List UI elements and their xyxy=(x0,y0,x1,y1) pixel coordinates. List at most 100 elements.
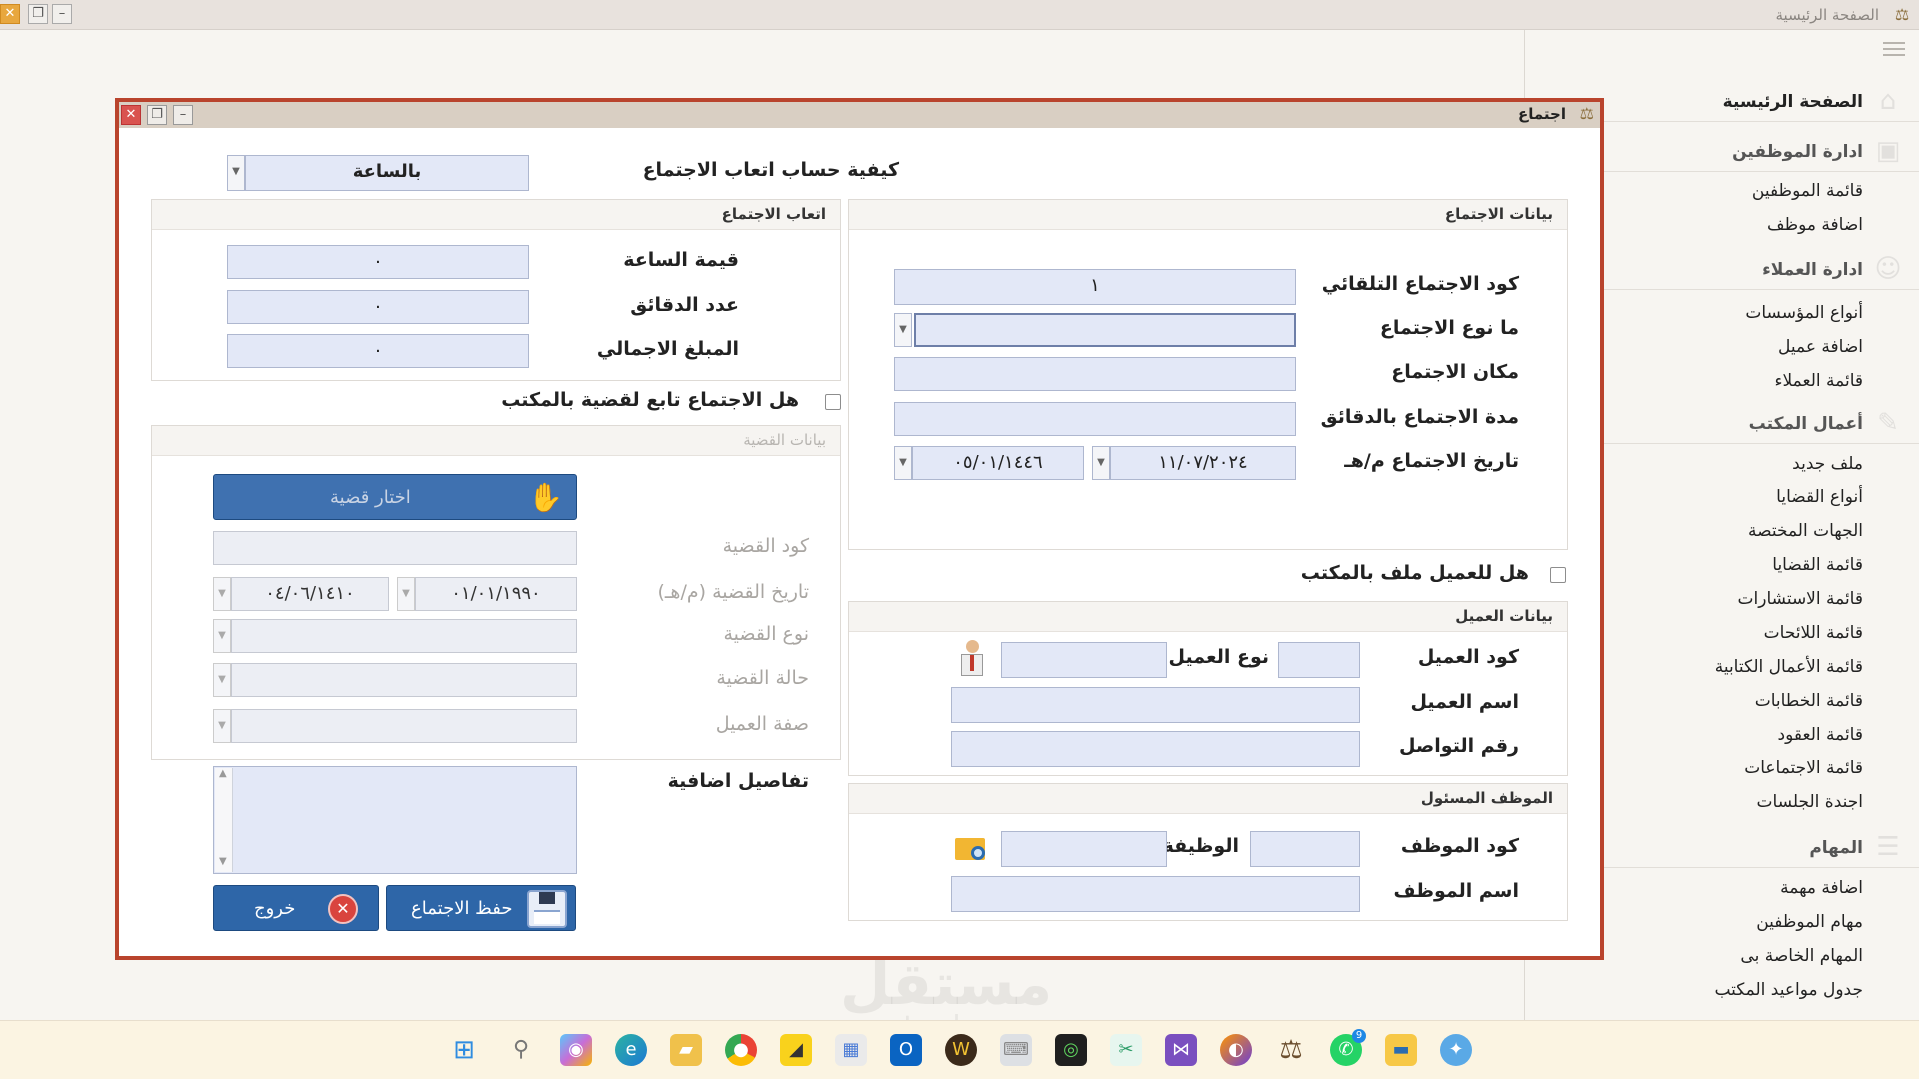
keyboard-icon[interactable]: ⌨ xyxy=(1000,1034,1032,1066)
minutes-count-field[interactable]: ٠ xyxy=(227,290,529,324)
windows-start-icon[interactable]: ⊞ xyxy=(448,1034,480,1066)
sidebar-item-client-list[interactable]: قائمة العملاء xyxy=(1775,371,1863,391)
sidebar-item-employee-list[interactable]: قائمة الموظفين xyxy=(1752,181,1863,201)
client-type-field[interactable] xyxy=(1001,642,1167,678)
employee-code-field[interactable] xyxy=(1250,831,1360,867)
meeting-date-gregorian-dropdown-icon[interactable]: ▼ xyxy=(1092,446,1110,480)
meeting-type-select[interactable] xyxy=(914,313,1296,347)
meeting-type-dropdown-icon[interactable]: ▼ xyxy=(894,313,912,347)
hour-value-field[interactable]: ٠ xyxy=(227,245,529,279)
sidebar-item-sessions-agenda[interactable]: اجندة الجلسات xyxy=(1757,792,1863,812)
scroll-up-icon[interactable]: ▲ xyxy=(219,768,227,779)
client-person-icon[interactable] xyxy=(955,640,989,680)
sticky-notes-icon[interactable]: ◢ xyxy=(780,1034,812,1066)
sidebar-item-contracts[interactable]: قائمة العقود xyxy=(1778,725,1863,745)
meeting-data-group-title: بيانات الاجتماع xyxy=(1444,205,1553,223)
sidebar-item-regulations[interactable]: قائمة اللائحات xyxy=(1764,623,1863,643)
window-title: الصفحة الرئيسية xyxy=(1775,6,1880,24)
sidebar-item-case-types[interactable]: أنواع القضايا xyxy=(1776,487,1863,507)
sidebar-item-new-file[interactable]: ملف جديد xyxy=(1792,454,1863,474)
close-circle-icon: ✕ xyxy=(328,894,358,924)
sidebar-item-my-tasks[interactable]: المهام الخاصة بى xyxy=(1740,946,1863,966)
edge-icon[interactable]: e xyxy=(615,1034,647,1066)
dialog-close-button[interactable]: ✕ xyxy=(121,105,141,125)
sidebar-item-add-employee[interactable]: اضافة موظف xyxy=(1767,215,1863,235)
app-w-icon[interactable]: W xyxy=(945,1034,977,1066)
sidebar-section-clients[interactable]: ادارة العملاء ☺ xyxy=(1599,250,1919,290)
case-date-hijri-dropdown-icon[interactable]: ▼ xyxy=(213,577,231,611)
save-meeting-button[interactable]: حفظ الاجتماع xyxy=(386,885,576,931)
case-type-select[interactable] xyxy=(231,619,577,653)
window-maximize-button[interactable]: ❐ xyxy=(28,4,48,24)
client-name-field[interactable] xyxy=(951,687,1360,723)
client-file-checkbox[interactable] xyxy=(1550,567,1566,583)
sidebar-item-case-list[interactable]: قائمة القضايا xyxy=(1772,555,1863,575)
case-type-dropdown-icon[interactable]: ▼ xyxy=(213,619,231,653)
sidebar-item-letters[interactable]: قائمة الخطابات xyxy=(1755,691,1863,711)
file-explorer-icon[interactable]: ▬ xyxy=(1385,1034,1417,1066)
sidebar-item-written-works[interactable]: قائمة الأعمال الكتابية xyxy=(1715,657,1863,677)
sidebar-section-label: ادارة العملاء xyxy=(1762,260,1863,280)
job-field[interactable] xyxy=(1001,831,1167,867)
chrome-icon[interactable]: ● xyxy=(725,1034,757,1066)
case-status-select[interactable] xyxy=(231,663,577,697)
fee-method-select[interactable]: بالساعة xyxy=(245,155,529,191)
terminal-icon[interactable]: ◎ xyxy=(1055,1034,1087,1066)
window-minimize-button[interactable]: – xyxy=(52,4,72,24)
dialog-minimize-button[interactable]: – xyxy=(173,105,193,125)
sidebar-item-institution-types[interactable]: أنواع المؤسسات xyxy=(1745,303,1863,323)
sidebar-section-tasks[interactable]: المهام ☰ xyxy=(1599,828,1919,868)
employee-name-field[interactable] xyxy=(951,876,1360,912)
contact-number-field[interactable] xyxy=(951,731,1360,767)
copilot-icon[interactable]: ◉ xyxy=(560,1034,592,1066)
case-date-hijri-field[interactable]: ٠٤/٠٦/١٤١٠ xyxy=(231,577,389,611)
fee-method-dropdown-arrow-icon[interactable]: ▼ xyxy=(227,155,245,191)
outlook-icon[interactable]: O xyxy=(890,1034,922,1066)
office-work-icon: ✎ xyxy=(1877,408,1899,438)
meeting-date-hijri-dropdown-icon[interactable]: ▼ xyxy=(894,446,912,480)
sidebar-item-home[interactable]: الصفحة الرئيسية ⌂ xyxy=(1599,82,1919,122)
case-status-dropdown-icon[interactable]: ▼ xyxy=(213,663,231,697)
sidebar-section-office-work[interactable]: أعمال المكتب ✎ xyxy=(1599,404,1919,444)
sidebar-item-add-task[interactable]: اضافة مهمة xyxy=(1780,878,1863,898)
meeting-date-hijri-field[interactable]: ٠٥/٠١/١٤٤٦ xyxy=(912,446,1084,480)
meeting-place-field[interactable] xyxy=(894,357,1296,391)
extra-details-textarea[interactable] xyxy=(213,766,577,874)
search-icon[interactable]: ⚲ xyxy=(505,1034,537,1066)
choose-case-button[interactable]: اختار قضية ✋ xyxy=(213,474,577,520)
meeting-date-gregorian-field[interactable]: ١١/٠٧/٢٠٢٤ xyxy=(1110,446,1296,480)
sidebar-item-add-client[interactable]: اضافة عميل xyxy=(1778,337,1863,357)
sidebar-item-authorities[interactable]: الجهات المختصة xyxy=(1748,521,1863,541)
duration-label: مدة الاجتماع بالدقائق xyxy=(1320,406,1519,428)
window-close-button[interactable]: ✕ xyxy=(0,4,20,24)
auto-code-field[interactable]: ١ xyxy=(894,269,1296,305)
firefox-icon[interactable]: ◐ xyxy=(1220,1034,1252,1066)
sidebar-item-consultations[interactable]: قائمة الاستشارات xyxy=(1738,589,1863,609)
client-code-field[interactable] xyxy=(1278,642,1360,678)
exit-button[interactable]: خروج ✕ xyxy=(213,885,379,931)
justice-app-icon[interactable]: ⚖ xyxy=(1275,1034,1307,1066)
sidebar-item-office-schedule[interactable]: جدول مواعيد المكتب xyxy=(1714,980,1863,1000)
case-code-field[interactable] xyxy=(213,531,577,565)
files-icon[interactable]: ▰ xyxy=(670,1034,702,1066)
sidebar-section-employees[interactable]: ادارة الموظفين ▣ xyxy=(1599,132,1919,172)
hamburger-menu-icon[interactable] xyxy=(1883,42,1905,58)
home-icon: ⌂ xyxy=(1879,86,1897,116)
network-icon[interactable]: ✦ xyxy=(1440,1034,1472,1066)
client-role-select[interactable] xyxy=(231,709,577,743)
case-date-gregorian-field[interactable]: ٠١/٠١/١٩٩٠ xyxy=(415,577,577,611)
sidebar-item-employee-tasks[interactable]: مهام الموظفين xyxy=(1756,912,1863,932)
case-linked-checkbox[interactable] xyxy=(825,394,841,410)
client-role-dropdown-icon[interactable]: ▼ xyxy=(213,709,231,743)
folder-search-icon[interactable] xyxy=(955,832,993,864)
snipping-tool-icon[interactable]: ✂ xyxy=(1110,1034,1142,1066)
duration-field[interactable] xyxy=(894,402,1296,436)
dialog-maximize-button[interactable]: ❐ xyxy=(147,105,167,125)
scroll-down-icon[interactable]: ▼ xyxy=(219,856,227,867)
case-date-gregorian-dropdown-icon[interactable]: ▼ xyxy=(397,577,415,611)
sidebar-item-meetings[interactable]: قائمة الاجتماعات xyxy=(1744,758,1863,778)
extra-details-scrollbar[interactable]: ▲ ▼ xyxy=(215,768,233,872)
total-amount-field[interactable]: ٠ xyxy=(227,334,529,368)
visual-studio-icon[interactable]: ⋈ xyxy=(1165,1034,1197,1066)
store-icon[interactable]: ▦ xyxy=(835,1034,867,1066)
